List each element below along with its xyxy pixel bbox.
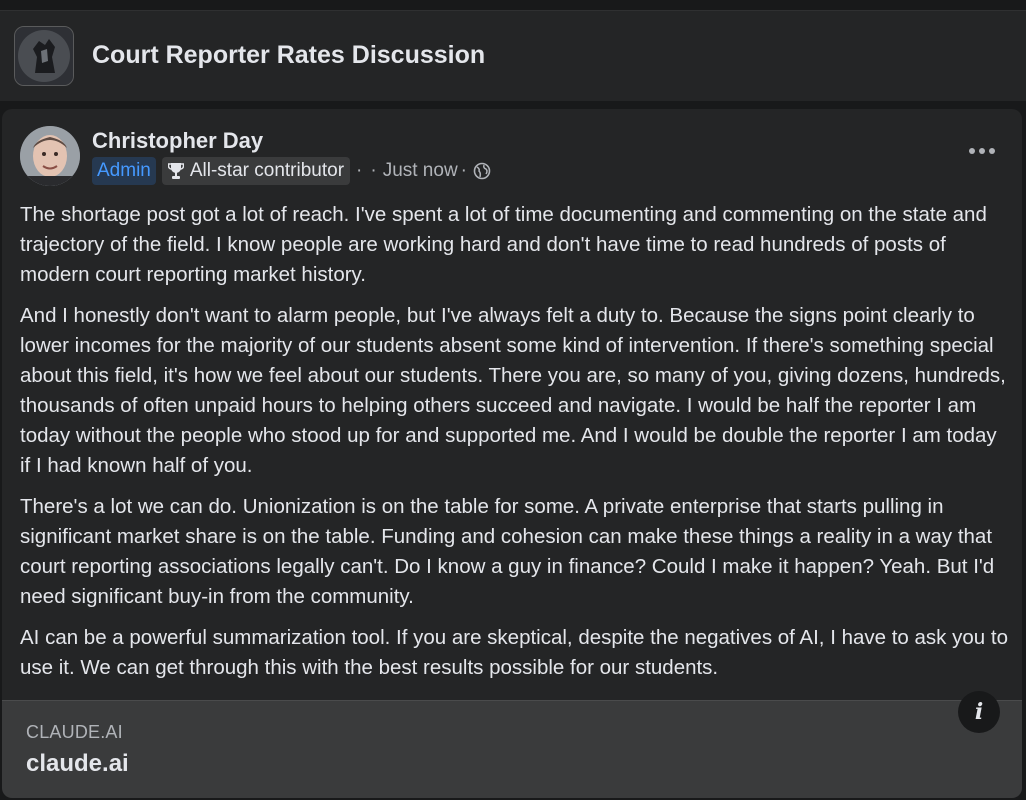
top-divider [0,0,1026,11]
meta-separator: · [370,160,377,181]
group-avatar[interactable] [14,26,74,86]
post-paragraph: AI can be a powerful summarization tool.… [20,626,1008,679]
more-options-icon [969,148,995,154]
group-title[interactable]: Court Reporter Rates Discussion [92,41,485,70]
info-icon: i [974,699,984,725]
author-name[interactable]: Christopher Day [92,128,263,154]
link-title[interactable]: claude.ai [26,750,129,778]
section-gap [0,101,1026,109]
allstar-badge-label: All-star contributor [189,160,345,181]
post-body: The shortage post got a lot of reach. I'… [20,200,1010,694]
admin-badge[interactable]: Admin [92,157,156,185]
trophy-icon [167,163,184,179]
post-card: Christopher Day Admin All-star contribut… [2,109,1022,798]
info-button[interactable]: i [958,691,1000,733]
author-avatar[interactable] [20,126,80,186]
globe-icon[interactable] [473,162,491,180]
link-domain: CLAUDE.AI [26,722,123,742]
allstar-badge[interactable]: All-star contributor [161,157,351,185]
post-paragraph: There's a lot we can do. Unionization is… [20,495,995,608]
group-header: Court Reporter Rates Discussion [0,11,1026,101]
profile-photo-icon [20,126,80,186]
meta-separator: · [460,160,467,181]
meta-separator: · [356,160,363,181]
post-paragraph: The shortage post got a lot of reach. I'… [20,203,987,286]
post-timestamp[interactable]: Just now [383,160,458,182]
post-paragraph: And I honestly don't want to alarm peopl… [20,304,1006,477]
post-meta: Admin All-star contributor · · Just now … [92,157,491,185]
more-options-button[interactable] [964,139,1000,163]
link-preview[interactable]: CLAUDE.AI claude.ai i [2,691,1022,798]
group-avatar-icon [15,27,73,85]
